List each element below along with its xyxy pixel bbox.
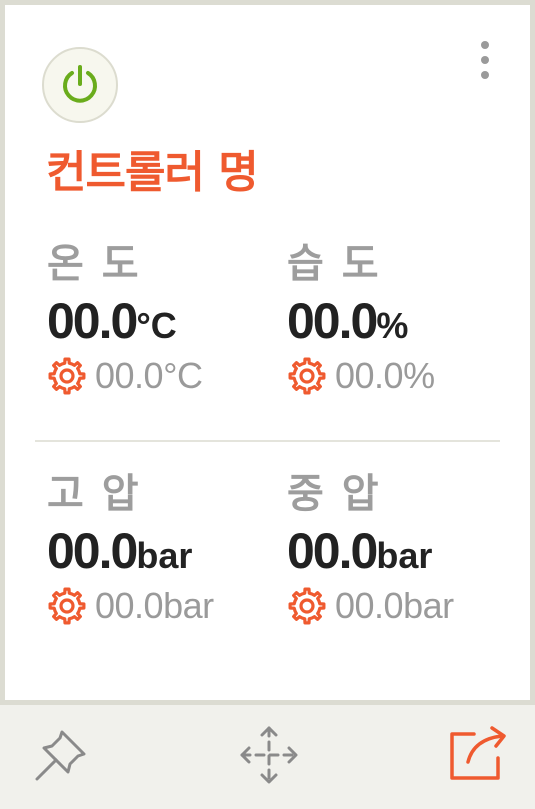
controller-name: 컨트롤러 명: [46, 147, 259, 198]
gear-icon: [48, 587, 86, 625]
gear-icon: [288, 357, 326, 395]
setpoint-button[interactable]: 00.0bar: [47, 584, 277, 628]
high-pressure-cell: 고 압 00.0bar 00.0bar: [47, 468, 277, 628]
power-button[interactable]: [42, 47, 118, 123]
sensor-label: 중 압: [287, 471, 381, 517]
setpoint-button[interactable]: 00.0bar: [287, 584, 517, 628]
setpoint-value: 00.0°C: [95, 355, 203, 396]
sensor-label: 습 도: [287, 241, 381, 287]
share-icon: [450, 726, 506, 780]
sensor-value-unit: %: [376, 305, 409, 346]
move-button[interactable]: [238, 724, 300, 791]
sensor-value-unit: bar: [376, 535, 433, 576]
sensor-value-number: 00.0: [47, 293, 138, 349]
sensor-value: 00.0%: [287, 292, 517, 350]
sensor-value: 00.0°C: [47, 292, 277, 350]
power-icon: [63, 65, 97, 103]
sensor-value-number: 00.0: [287, 523, 378, 579]
sensor-label: 온 도: [47, 241, 141, 287]
pin-icon: [35, 730, 86, 781]
more-menu-button[interactable]: [475, 38, 495, 82]
gear-icon: [288, 587, 326, 625]
setpoint-button[interactable]: 00.0%: [287, 354, 517, 398]
section-divider: [35, 440, 500, 442]
setpoint-value: 00.0%: [335, 355, 435, 396]
sensor-value-number: 00.0: [47, 523, 138, 579]
mid-pressure-cell: 중 압 00.0bar 00.0bar: [287, 468, 517, 628]
sensor-value-unit: bar: [136, 535, 193, 576]
pin-button[interactable]: [32, 724, 92, 789]
humidity-cell: 습 도 00.0% 00.0%: [287, 238, 517, 398]
sensor-value-number: 00.0: [287, 293, 378, 349]
sensor-value: 00.0bar: [47, 522, 277, 580]
move-icon: [240, 726, 298, 784]
setpoint-value: 00.0bar: [95, 585, 214, 626]
setpoint-value: 00.0bar: [335, 585, 454, 626]
kebab-menu-icon: [481, 41, 489, 79]
gear-icon: [48, 357, 86, 395]
setpoint-button[interactable]: 00.0°C: [47, 354, 277, 398]
sensor-value: 00.0bar: [287, 522, 517, 580]
temperature-cell: 온 도 00.0°C 00.0°C: [47, 238, 277, 398]
share-button[interactable]: [448, 724, 510, 789]
sensor-label: 고 압: [47, 471, 141, 517]
sensor-value-unit: °C: [136, 305, 177, 346]
